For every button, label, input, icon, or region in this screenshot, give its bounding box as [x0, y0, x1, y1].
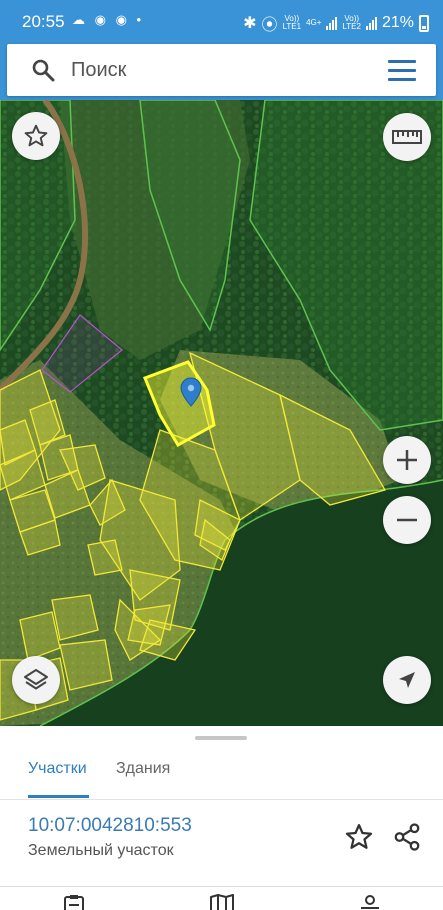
ruler-button[interactable]	[383, 113, 431, 161]
minus-icon	[397, 518, 417, 522]
sim2-label: Vo)) LTE2	[342, 14, 361, 31]
location-icon: ⦿	[261, 17, 278, 34]
bottom-sheet: Участки Здания 10:07:0042810:553 Земельн…	[0, 726, 443, 910]
map-view[interactable]	[0, 100, 443, 726]
favorite-button[interactable]	[12, 112, 60, 160]
bluetooth-icon: ✱	[243, 15, 257, 32]
tab-parcels[interactable]: Участки	[28, 760, 87, 778]
ruler-icon	[392, 130, 422, 144]
active-tab-indicator	[28, 795, 89, 798]
bottom-nav-divider	[0, 886, 443, 887]
notification-icons: ☁ ◉ ◉ •	[72, 12, 145, 27]
satellite-map[interactable]	[0, 100, 443, 726]
parcel-type: Земельный участок	[28, 842, 174, 859]
share-icon[interactable]	[392, 822, 422, 852]
plus-icon	[397, 450, 417, 470]
tab-bar: Участки Здания	[0, 740, 443, 800]
layers-icon	[24, 669, 48, 690]
network-label: 4G+	[306, 18, 322, 27]
signal2-icon	[365, 16, 377, 30]
status-right: ✱ ⦿ Vo)) LTE1 4G+ Vo)) LTE2 21%	[243, 11, 429, 35]
search-input[interactable]	[71, 55, 371, 85]
parcel-number[interactable]: 10:07:0042810:553	[28, 815, 192, 837]
status-bar: 20:55 ☁ ◉ ◉ • ✱ ⦿ Vo)) LTE1 4G+ Vo)) LTE…	[0, 0, 443, 40]
star-icon[interactable]	[344, 822, 374, 852]
battery-icon	[419, 14, 429, 32]
signal-icon	[326, 16, 338, 30]
locate-button[interactable]	[383, 656, 431, 704]
clipboard-icon[interactable]	[61, 894, 87, 910]
star-icon	[24, 124, 48, 147]
top-bar	[0, 40, 443, 100]
search-icon[interactable]	[31, 58, 55, 82]
zoom-out-button[interactable]	[383, 496, 431, 544]
zoom-in-button[interactable]	[383, 436, 431, 484]
route-icon[interactable]	[357, 894, 383, 910]
sim1-label: Vo)) LTE1	[282, 14, 302, 31]
layers-button[interactable]	[12, 656, 60, 704]
search-bar[interactable]	[7, 44, 436, 96]
map-icon[interactable]	[209, 894, 235, 910]
status-time: 20:55	[22, 12, 65, 31]
battery-percent: 21%	[381, 14, 414, 31]
tab-buildings[interactable]: Здания	[116, 760, 170, 778]
menu-icon[interactable]	[388, 60, 416, 82]
navigation-arrow-icon	[399, 672, 415, 688]
